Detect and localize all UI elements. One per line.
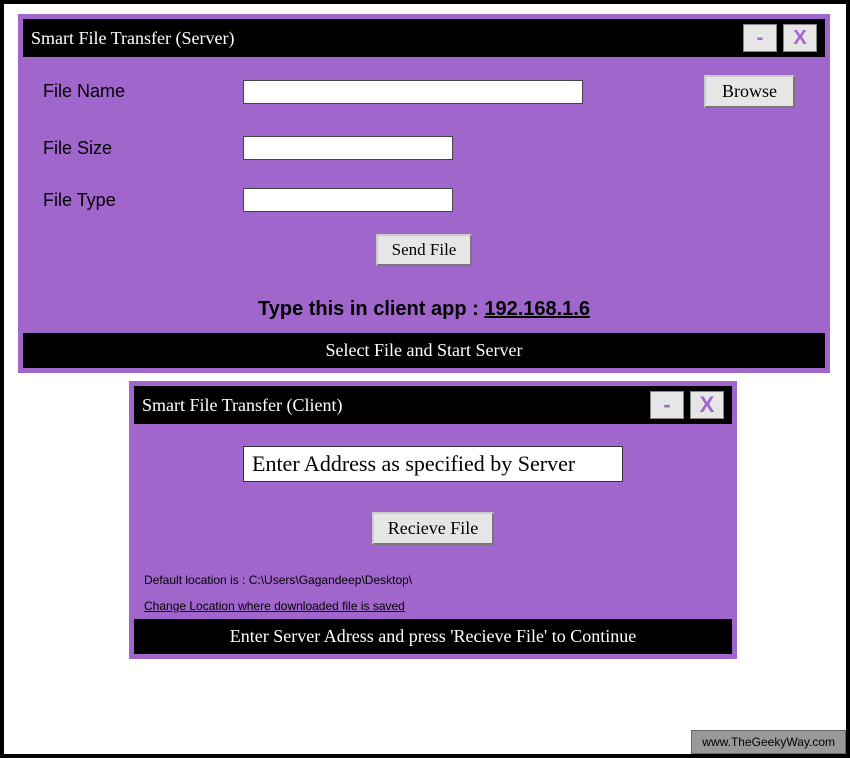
ip-address: 192.168.1.6 xyxy=(484,298,590,320)
filename-label: File Name xyxy=(43,81,243,102)
client-status-bar: Enter Server Adress and press 'Recieve F… xyxy=(134,619,732,654)
ip-prompt: Type this in client app : xyxy=(258,298,484,320)
client-titlebar-buttons: - X xyxy=(650,391,724,419)
filesize-input[interactable] xyxy=(243,136,453,160)
change-location-link[interactable]: Change Location where downloaded file is… xyxy=(144,599,722,613)
filesize-row: File Size xyxy=(43,136,805,160)
server-titlebar: Smart File Transfer (Server) - X xyxy=(23,19,825,57)
address-row xyxy=(144,446,722,482)
send-file-row: Send File xyxy=(43,234,805,266)
server-address-input[interactable] xyxy=(243,446,623,482)
watermark: www.TheGeekyWay.com xyxy=(691,730,846,754)
server-body: File Name Browse File Size File Type Sen… xyxy=(23,57,825,321)
screenshot-frame: Smart File Transfer (Server) - X File Na… xyxy=(0,0,850,758)
server-titlebar-buttons: - X xyxy=(743,24,817,52)
server-status-bar: Select File and Start Server xyxy=(23,333,825,368)
client-window-title: Smart File Transfer (Client) xyxy=(142,395,343,416)
filetype-row: File Type xyxy=(43,188,805,212)
filesize-label: File Size xyxy=(43,138,243,159)
receive-row: Recieve File xyxy=(144,512,722,545)
client-body: Recieve File Default location is : C:\Us… xyxy=(134,424,732,613)
filename-input[interactable] xyxy=(243,80,583,104)
filetype-input[interactable] xyxy=(243,188,453,212)
send-file-button[interactable]: Send File xyxy=(376,234,473,266)
server-window: Smart File Transfer (Server) - X File Na… xyxy=(18,14,830,373)
minimize-button[interactable]: - xyxy=(650,391,684,419)
client-titlebar: Smart File Transfer (Client) - X xyxy=(134,386,732,424)
filetype-label: File Type xyxy=(43,190,243,211)
browse-button[interactable]: Browse xyxy=(704,75,795,108)
close-button[interactable]: X xyxy=(783,24,817,52)
minimize-button[interactable]: - xyxy=(743,24,777,52)
default-location-text: Default location is : C:\Users\Gagandeep… xyxy=(144,573,722,587)
filename-row: File Name Browse xyxy=(43,75,805,108)
client-window: Smart File Transfer (Client) - X Recieve… xyxy=(129,381,737,659)
ip-row: Type this in client app : 192.168.1.6 xyxy=(43,298,805,321)
server-window-title: Smart File Transfer (Server) xyxy=(31,28,234,49)
receive-file-button[interactable]: Recieve File xyxy=(372,512,494,545)
close-button[interactable]: X xyxy=(690,391,724,419)
